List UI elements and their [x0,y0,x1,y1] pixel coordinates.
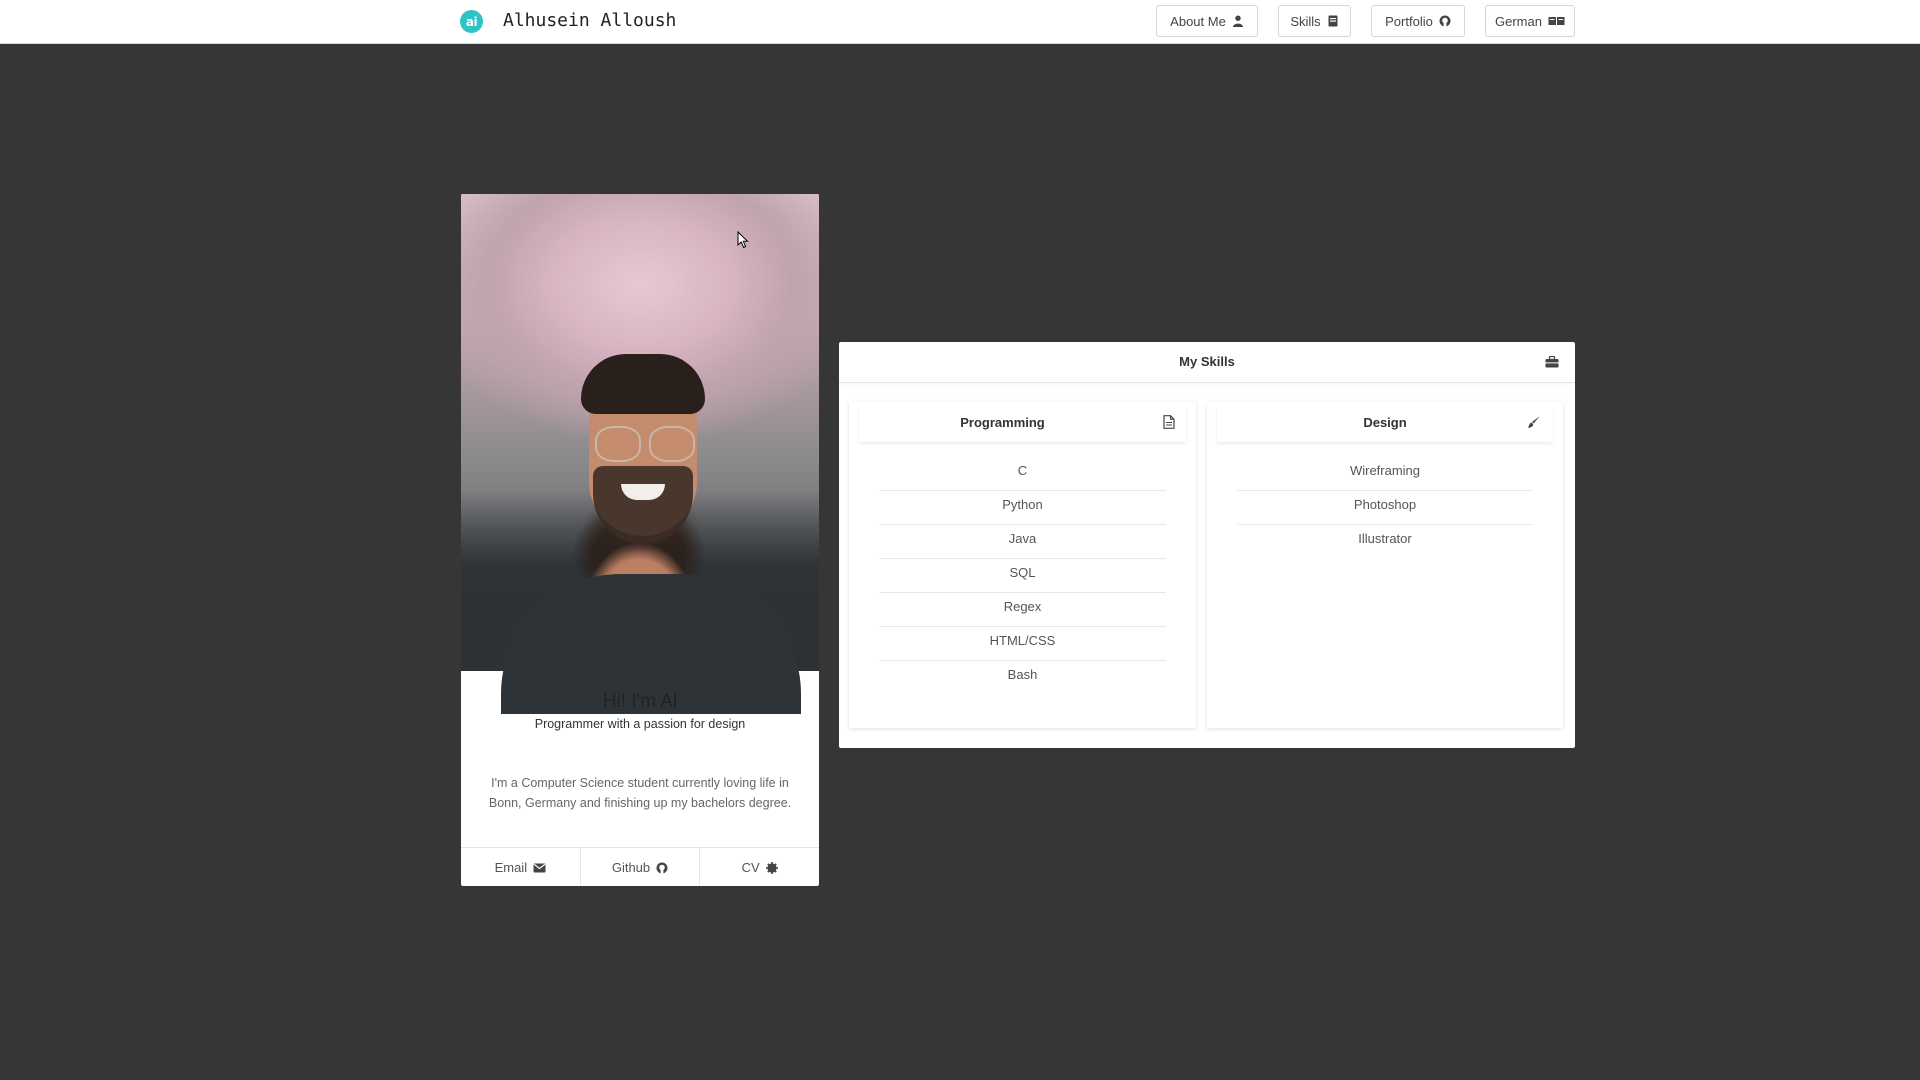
list-item: Regex [879,594,1166,627]
programming-panel: Programming C Python Java SQL Regex HTML… [849,402,1196,728]
github-icon [1439,15,1451,27]
briefcase-icon [1545,356,1559,368]
skills-header-divider [839,382,1575,383]
programming-panel-header: Programming [859,402,1186,442]
paintbrush-icon [1528,416,1540,428]
nav-portfolio-label: Portfolio [1385,13,1433,29]
design-title: Design [1363,415,1407,430]
github-icon [656,862,668,874]
skills-card: My Skills Programming C Python Java SQL … [839,342,1575,748]
brand-logo[interactable]: ai [460,10,483,33]
photo-hair [581,354,705,414]
brand-name[interactable]: Alhusein Alloush [503,10,676,31]
document-icon [1163,415,1175,429]
design-panel: Design Wireframing Photoshop Illustrator [1207,402,1563,728]
profile-links: Email Github CV [461,847,819,886]
programming-title: Programming [960,415,1045,430]
gear-badge-icon [765,861,778,874]
email-link[interactable]: Email [461,848,580,886]
nav-language-button[interactable]: German [1485,5,1575,37]
email-link-label: Email [494,860,528,875]
envelope-icon [533,863,546,872]
photo-beard [593,466,693,544]
list-item: C [879,458,1166,491]
profile-tagline: Programmer with a passion for design [534,717,746,731]
list-item: SQL [879,560,1166,593]
design-skill-list: Wireframing Photoshop Illustrator [1237,458,1533,560]
mouse-cursor-icon [737,231,749,249]
skills-title: My Skills [1179,354,1235,369]
cv-link-label: CV [741,860,760,875]
photo-glasses-right [649,426,695,462]
list-item: Photoshop [1237,492,1533,525]
nav-skills-button[interactable]: Skills [1278,5,1351,37]
nav-portfolio-button[interactable]: Portfolio [1371,5,1465,37]
nav-skills-label: Skills [1290,13,1321,29]
cv-link[interactable]: CV [699,848,819,886]
design-panel-header: Design [1217,402,1553,442]
list-item: Bash [1007,667,1038,682]
user-icon [1232,15,1243,27]
photo-glasses-left [595,426,641,462]
profile-bio: I'm a Computer Science student currently… [488,776,792,810]
language-icon [1548,17,1565,25]
book-icon [1328,15,1338,27]
list-item: Python [879,492,1166,525]
profile-photo [461,194,819,714]
github-link[interactable]: Github [579,848,700,886]
list-item: Java [879,526,1166,559]
top-navbar: ai Alhusein Alloush About Me Skills Port… [0,0,1920,44]
github-link-label: Github [611,860,651,875]
profile-card: Hi! I'm Al Programmer with a passion for… [461,194,819,886]
nav-about-me-button[interactable]: About Me [1156,5,1258,37]
list-item: Wireframing [1237,458,1533,491]
list-item: HTML/CSS [879,628,1166,661]
nav-language-label: German [1495,13,1542,29]
programming-skill-list: C Python Java SQL Regex HTML/CSS Bash [879,458,1166,696]
profile-greeting: Hi! I'm Al [602,691,678,712]
list-item: Illustrator [1358,531,1412,546]
nav-about-me-label: About Me [1170,13,1226,29]
